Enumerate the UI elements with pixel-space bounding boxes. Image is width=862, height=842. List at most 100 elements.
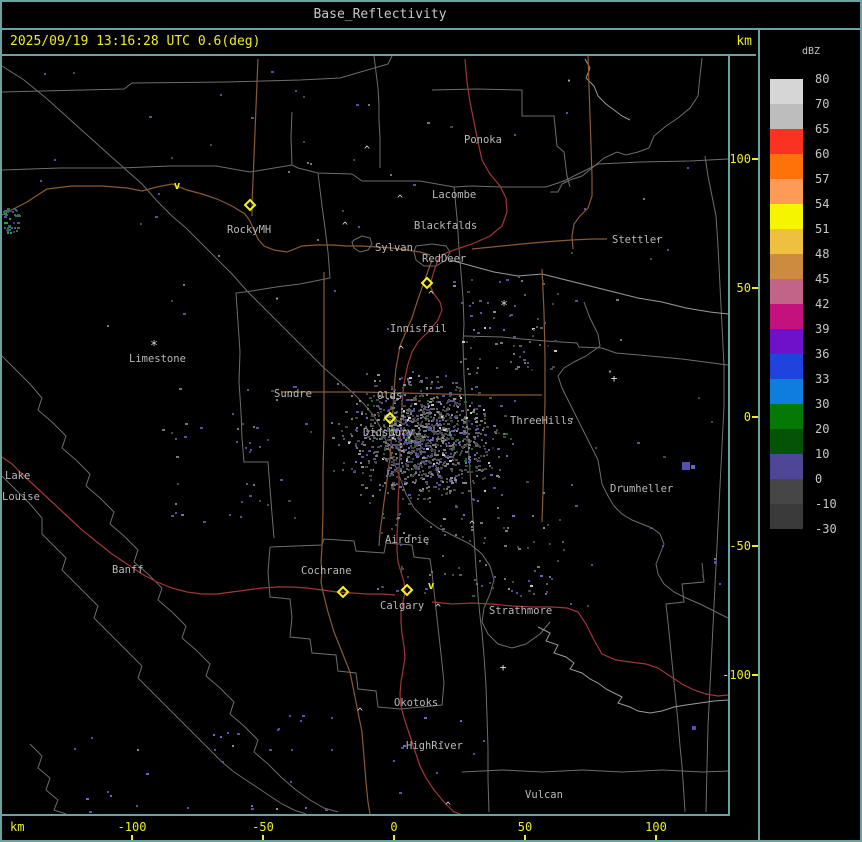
legend-swatch xyxy=(770,279,803,304)
caret-symbol: ^ xyxy=(435,603,441,614)
bottom-axis-tick-label: -100 xyxy=(117,820,147,834)
legend-tick-label: 60 xyxy=(815,147,830,161)
radar-echoes xyxy=(3,71,721,813)
right-axis-tick-label: -50 xyxy=(729,539,751,553)
legend-tick-label: 80 xyxy=(815,72,830,86)
legend-swatch xyxy=(770,104,803,129)
city-label: RedDeer xyxy=(422,253,466,265)
bottom-axis-tick-label: -50 xyxy=(252,820,274,834)
legend-swatch xyxy=(770,179,803,204)
caret-symbol: ^ xyxy=(342,221,348,232)
city-label: RockyMH xyxy=(227,224,271,236)
bottom-axis-tick-label: 100 xyxy=(645,820,667,834)
legend-tick-label: -10 xyxy=(815,497,837,511)
bottom-axis-unit-label: km xyxy=(10,820,25,834)
city-label: Innisfail xyxy=(390,323,447,335)
city-label: Drumheller xyxy=(610,483,673,495)
radar-site-marker xyxy=(400,583,414,597)
city-label: Sundre xyxy=(274,388,312,400)
legend-swatch xyxy=(770,154,803,179)
legend-tick-label: -30 xyxy=(815,522,837,536)
city-label: Ponoka xyxy=(464,134,502,146)
title-bar-extension xyxy=(758,2,860,30)
legend-swatch xyxy=(770,129,803,154)
asterisk-symbol: * xyxy=(150,339,158,354)
map-frame: v v ^ ^ ^ ^ ^ ^ ^ ^ ^ * * + + · · · Ponoka Lacombe Blackfal… xyxy=(2,56,730,816)
city-label: Okotoks xyxy=(394,697,438,709)
city-label: Louise xyxy=(2,491,40,503)
legend-tick-label: 54 xyxy=(815,197,830,211)
city-label: Olds xyxy=(377,390,402,402)
city-label: Stettler xyxy=(612,234,663,246)
legend-swatch xyxy=(770,379,803,404)
legend-swatch xyxy=(770,404,803,429)
caret-symbol: ^ xyxy=(357,707,363,718)
plusse-symbol: + xyxy=(500,661,507,674)
dot-symbol: · xyxy=(273,292,280,306)
radar-window: Base_Reflectivity 2025/09/19 13:16:28 UT… xyxy=(0,0,862,842)
legend-tick-label: 57 xyxy=(815,172,830,186)
right-axis: 100 50 0 -50 -100 xyxy=(722,56,760,816)
caret-symbol: ^ xyxy=(364,145,370,156)
app-title: Base_Reflectivity xyxy=(313,7,447,22)
info-bar: 2025/09/19 13:16:28 UTC 0.6(deg) km xyxy=(2,30,756,56)
legend-tick-label: 0 xyxy=(815,472,823,486)
dot-symbol: · xyxy=(606,365,613,379)
right-axis-tick-label: 50 xyxy=(736,281,751,295)
city-label: Cochrane xyxy=(301,565,352,577)
radar-map-canvas[interactable]: vv^^^^^^^^^**++··· PonokaLacombeBlackfal… xyxy=(2,56,728,814)
city-label: HighRiver xyxy=(406,740,463,752)
caret-symbol: ^ xyxy=(398,345,404,356)
city-label: Strathmore xyxy=(489,605,552,617)
legend-swatch xyxy=(770,254,803,279)
legend-tick-label: 10 xyxy=(815,447,830,461)
v-marker: v xyxy=(174,179,181,192)
dot-symbol: · xyxy=(565,74,572,88)
legend-tick-label: 33 xyxy=(815,372,830,386)
legend-swatch xyxy=(770,79,803,104)
right-axis-unit-label: km xyxy=(736,34,752,49)
bottom-axis-tick-label: 50 xyxy=(517,820,533,834)
legend-swatch xyxy=(770,479,803,504)
legend-swatch xyxy=(770,229,803,254)
legend-tick-label: 45 xyxy=(815,272,830,286)
city-label: Banff xyxy=(112,564,144,576)
legend-tick-label: 48 xyxy=(815,247,830,261)
bottom-axis-tick xyxy=(131,835,133,840)
right-axis-tick-label: 0 xyxy=(743,410,751,424)
city-label: Sylvan xyxy=(375,242,413,254)
bottom-axis-tick xyxy=(655,835,657,840)
city-label: Lacombe xyxy=(432,189,476,201)
right-axis-tick-label: -100 xyxy=(722,668,751,682)
legend-swatch xyxy=(770,504,803,529)
legend-swatch xyxy=(770,429,803,454)
legend-swatch xyxy=(770,329,803,354)
city-label: Didsbury xyxy=(363,427,414,439)
legend-tick-label: 39 xyxy=(815,322,830,336)
legend-tick-label: 20 xyxy=(815,422,830,436)
caret-symbol: ^ xyxy=(428,290,434,301)
legend-tick-label: 65 xyxy=(815,122,830,136)
title-bar: Base_Reflectivity xyxy=(2,2,758,30)
right-axis-tick-label: 100 xyxy=(729,152,751,166)
legend-tick-label: 51 xyxy=(815,222,830,236)
v-marker: v xyxy=(428,579,435,592)
radar-site-marker xyxy=(243,198,257,212)
asterisk-symbol: * xyxy=(500,299,508,314)
city-label: Limestone xyxy=(129,353,186,365)
bottom-axis: km -100 -50 0 50 100 xyxy=(2,818,758,840)
city-label: Calgary xyxy=(380,600,424,612)
city-label: Airdrie xyxy=(385,534,429,546)
city-label: ThreeHills xyxy=(510,415,573,427)
legend-swatch xyxy=(770,304,803,329)
legend-tick-label: 70 xyxy=(815,97,830,111)
legend-title: dBZ xyxy=(802,46,821,57)
city-label: Lake xyxy=(5,470,30,482)
legend-tick-label: 36 xyxy=(815,347,830,361)
caret-symbol: ^ xyxy=(469,520,475,531)
legend-tick-label: 30 xyxy=(815,397,830,411)
caret-symbol: ^ xyxy=(397,194,403,205)
legend-panel: dBZ 80 70 65 60 57 54 51 48 45 42 39 36 33 30 20 10 0 -10… xyxy=(758,30,860,840)
legend-tick-label: 42 xyxy=(815,297,830,311)
caret-symbol: ^ xyxy=(445,801,451,812)
